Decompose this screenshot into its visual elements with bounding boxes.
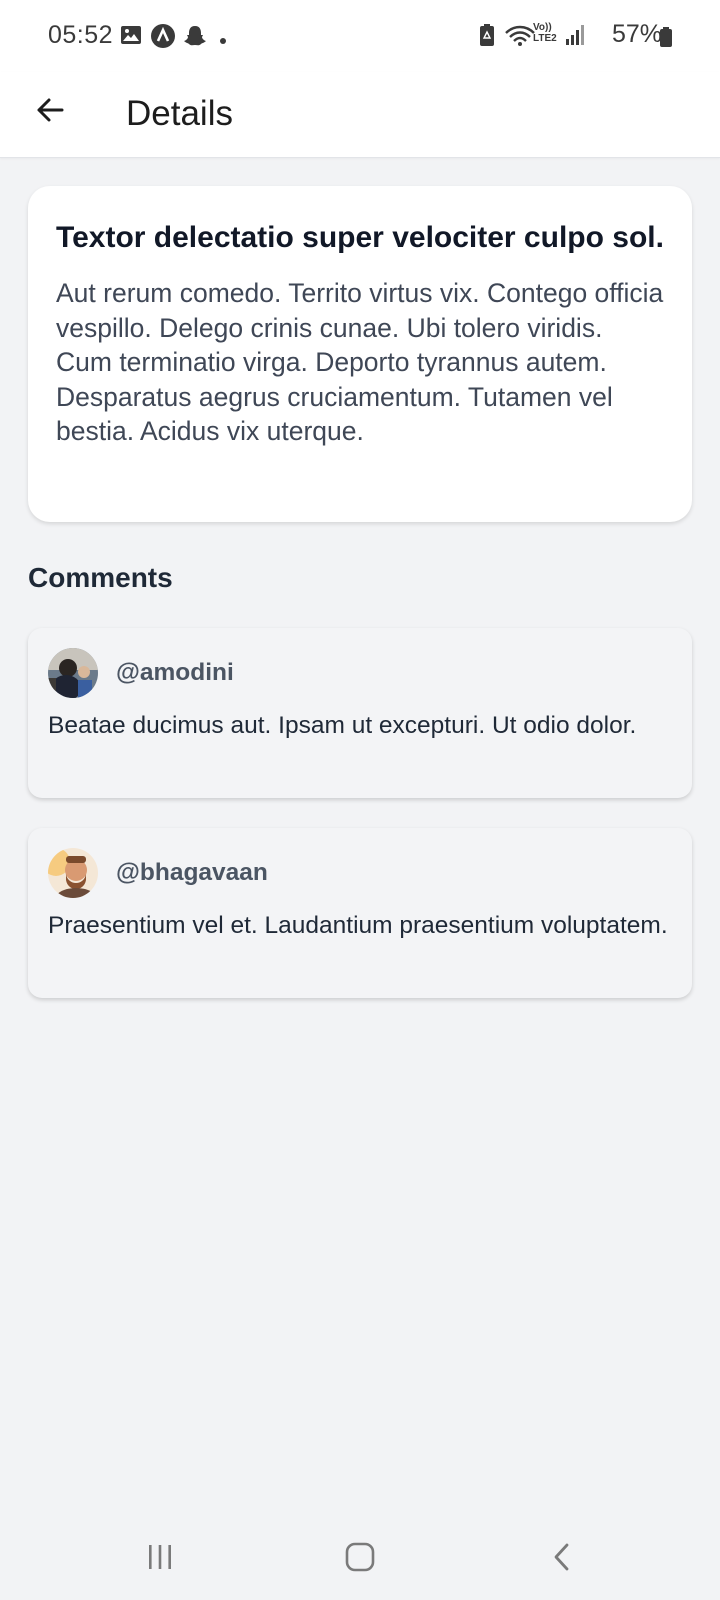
arrow-left-icon [34,94,66,131]
battery-percent: 57% [611,20,662,48]
gallery-icon [120,24,142,51]
home-icon [345,1542,375,1577]
volte-label: Vo)) [533,22,552,33]
notification-dot-icon [219,32,227,50]
post-title: Textor delectatio super velociter culpo … [56,221,664,254]
app-a-icon [150,23,176,54]
status-time: 05:52 [48,21,114,49]
comment-username[interactable]: @amodini [116,659,234,687]
signal-icon [565,24,585,51]
avatar[interactable] [48,648,98,698]
volte-icon: Vo)) LTE2 [533,22,557,44]
status-bar: 05:52 Vo)) LTE2 57% [0,0,720,72]
comment-text: Beatae ducimus aut. Ipsam ut excepturi. … [48,712,637,739]
snapchat-icon [182,23,208,54]
battery-saver-icon [478,23,496,52]
comments-heading: Comments [28,562,173,593]
comment-card[interactable]: @amodini Beatae ducimus aut. Ipsam ut ex… [28,628,692,798]
post-body: Aut rerum comedo. Territo virtus vix. Co… [56,278,664,446]
recents-button[interactable] [130,1534,190,1584]
comment-text: Praesentium vel et. Laudantium praesenti… [48,912,668,939]
navigation-bar [0,1520,720,1600]
home-button[interactable] [330,1534,390,1584]
avatar[interactable] [48,848,98,898]
nav-back-button[interactable] [532,1534,592,1584]
back-button[interactable] [28,90,72,134]
battery-icon [660,27,672,47]
comment-username[interactable]: @bhagavaan [116,859,268,887]
network-label: LTE2 [533,33,557,44]
page-title: Details [126,94,233,133]
app-bar: Details [0,72,720,158]
chevron-left-icon [550,1542,574,1577]
post-card: Textor delectatio super velociter culpo … [28,186,692,522]
comment-card[interactable]: @bhagavaan Praesentium vel et. Laudantiu… [28,828,692,998]
wifi-icon [504,24,536,53]
recents-icon [146,1543,174,1576]
